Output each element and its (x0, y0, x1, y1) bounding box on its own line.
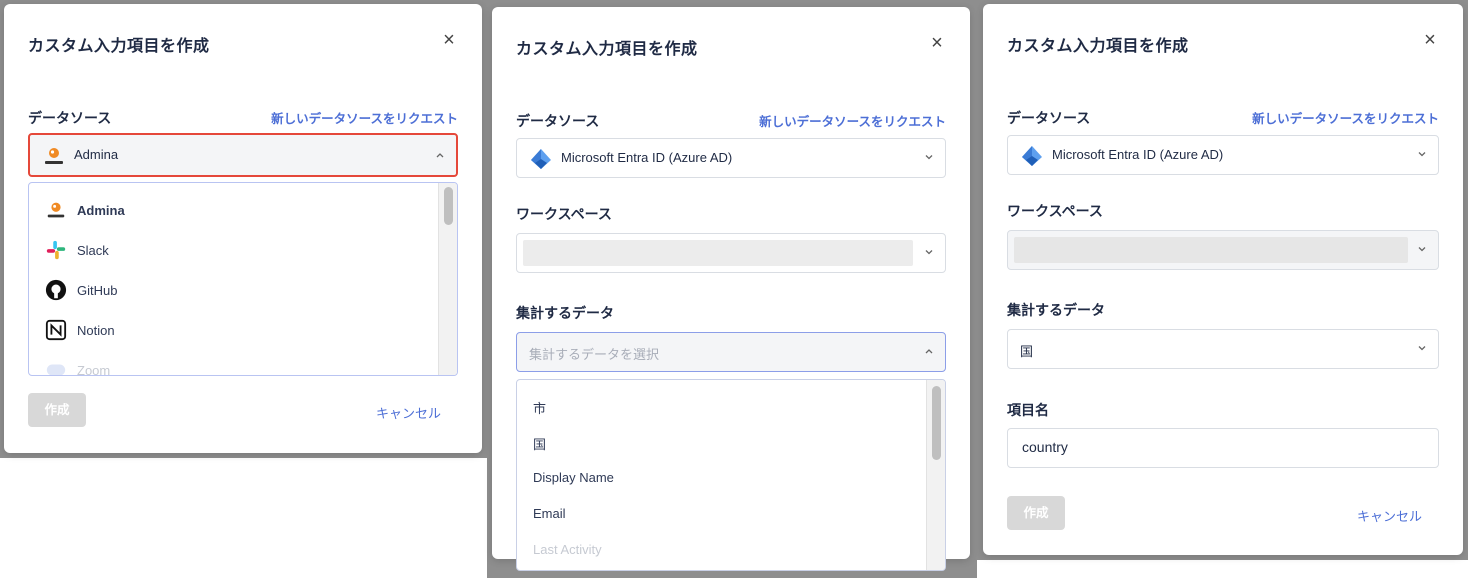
loading-placeholder (523, 240, 913, 266)
data-source-select[interactable]: Microsoft Entra ID (Azure AD) (1007, 135, 1439, 175)
chevron-down-icon (1418, 152, 1426, 157)
option-label: Admina (77, 202, 125, 218)
chevron-up-icon (925, 349, 933, 354)
workspace-select[interactable] (516, 233, 946, 273)
dropdown-option-github[interactable]: GitHub (45, 279, 117, 301)
chevron-down-icon (925, 155, 933, 160)
item-name-input[interactable]: country (1007, 428, 1439, 468)
chevron-down-icon (925, 250, 933, 255)
item-name-label: 項目名 (1007, 402, 1049, 418)
selected-data-source: Microsoft Entra ID (Azure AD) (1052, 147, 1224, 162)
request-data-source-link[interactable]: 新しいデータソースをリクエスト (759, 111, 946, 130)
data-source-select[interactable]: Admina (28, 133, 458, 177)
dropdown-option[interactable]: 市 (533, 398, 546, 417)
chevron-up-icon (436, 153, 444, 158)
aggregate-data-dropdown: 市 国 Display Name Email Last Activity (516, 379, 946, 571)
data-source-select[interactable]: Microsoft Entra ID (Azure AD) (516, 138, 946, 178)
selected-data-source: Admina (74, 147, 119, 162)
create-button[interactable]: 作成 (28, 393, 86, 427)
dropdown-scrollbar[interactable] (926, 380, 945, 570)
microsoft-entra-icon (1022, 146, 1042, 166)
slack-icon (46, 240, 66, 260)
data-source-label: データソース (28, 110, 112, 126)
cancel-button[interactable]: キャンセル (376, 403, 441, 422)
dropdown-option[interactable]: Display Name (533, 470, 614, 485)
close-icon[interactable]: × (1421, 30, 1439, 50)
dropdown-option-slack[interactable]: Slack (45, 239, 109, 261)
notion-icon (45, 319, 67, 341)
aggregate-data-select[interactable]: 集計するデータを選択 (516, 332, 946, 372)
data-source-label: データソース (1007, 110, 1091, 126)
cancel-button[interactable]: キャンセル (1357, 506, 1422, 525)
scrollbar-thumb[interactable] (444, 187, 453, 225)
create-custom-field-modal: カスタム入力項目を作成 × データソース 新しいデータソースをリクエスト Mic… (492, 7, 970, 571)
create-custom-field-modal: カスタム入力項目を作成 × データソース 新しいデータソースをリクエスト Adm… (4, 4, 482, 453)
aggregate-data-select[interactable]: 国 (1007, 329, 1439, 369)
workspace-label: ワークスペース (1007, 203, 1103, 219)
workspace-label: ワークスペース (516, 206, 612, 222)
request-data-source-link[interactable]: 新しいデータソースをリクエスト (1252, 108, 1439, 127)
data-source-dropdown: Admina Slack GitHub Notion Zoom (28, 182, 458, 376)
aggregate-data-value: 国 (1020, 344, 1034, 359)
option-label: GitHub (77, 282, 118, 298)
dropdown-option[interactable]: 国 (533, 434, 546, 453)
modal-title: カスタム入力項目を作成 (1007, 38, 1189, 55)
option-label: Slack (77, 242, 109, 258)
microsoft-entra-icon (531, 149, 551, 169)
dropdown-option[interactable]: Last Activity (533, 542, 602, 557)
request-data-source-link[interactable]: 新しいデータソースをリクエスト (271, 108, 458, 127)
close-icon[interactable]: × (440, 30, 458, 50)
admina-logo-icon (47, 202, 65, 218)
chevron-down-icon (1418, 247, 1426, 252)
aggregate-data-label: 集計するデータ (1007, 302, 1105, 318)
selected-data-source: Microsoft Entra ID (Azure AD) (561, 150, 733, 165)
zoom-icon (46, 364, 66, 375)
workspace-select[interactable] (1007, 230, 1439, 270)
dropdown-option-zoom[interactable]: Zoom (45, 359, 111, 376)
option-label: Notion (77, 322, 115, 338)
modal-title: カスタム入力項目を作成 (516, 41, 698, 58)
dropdown-option-admina[interactable]: Admina (45, 199, 125, 221)
dropdown-option-notion[interactable]: Notion (45, 319, 115, 341)
aggregate-data-placeholder: 集計するデータを選択 (529, 347, 660, 362)
create-custom-field-modal: カスタム入力項目を作成 × データソース 新しいデータソースをリクエスト Mic… (983, 4, 1463, 555)
github-icon (45, 279, 67, 301)
admina-logo-icon (45, 148, 63, 164)
aggregate-data-label: 集計するデータ (516, 305, 614, 321)
modal-title: カスタム入力項目を作成 (28, 38, 210, 55)
data-source-label: データソース (516, 113, 600, 129)
chevron-down-icon (1418, 346, 1426, 351)
dropdown-option[interactable]: Email (533, 506, 566, 521)
scrollbar-thumb[interactable] (932, 386, 941, 460)
create-button[interactable]: 作成 (1007, 496, 1065, 530)
option-label: Zoom (77, 362, 111, 376)
close-icon[interactable]: × (928, 33, 946, 53)
loading-placeholder (1014, 237, 1408, 263)
dropdown-scrollbar[interactable] (438, 183, 457, 375)
